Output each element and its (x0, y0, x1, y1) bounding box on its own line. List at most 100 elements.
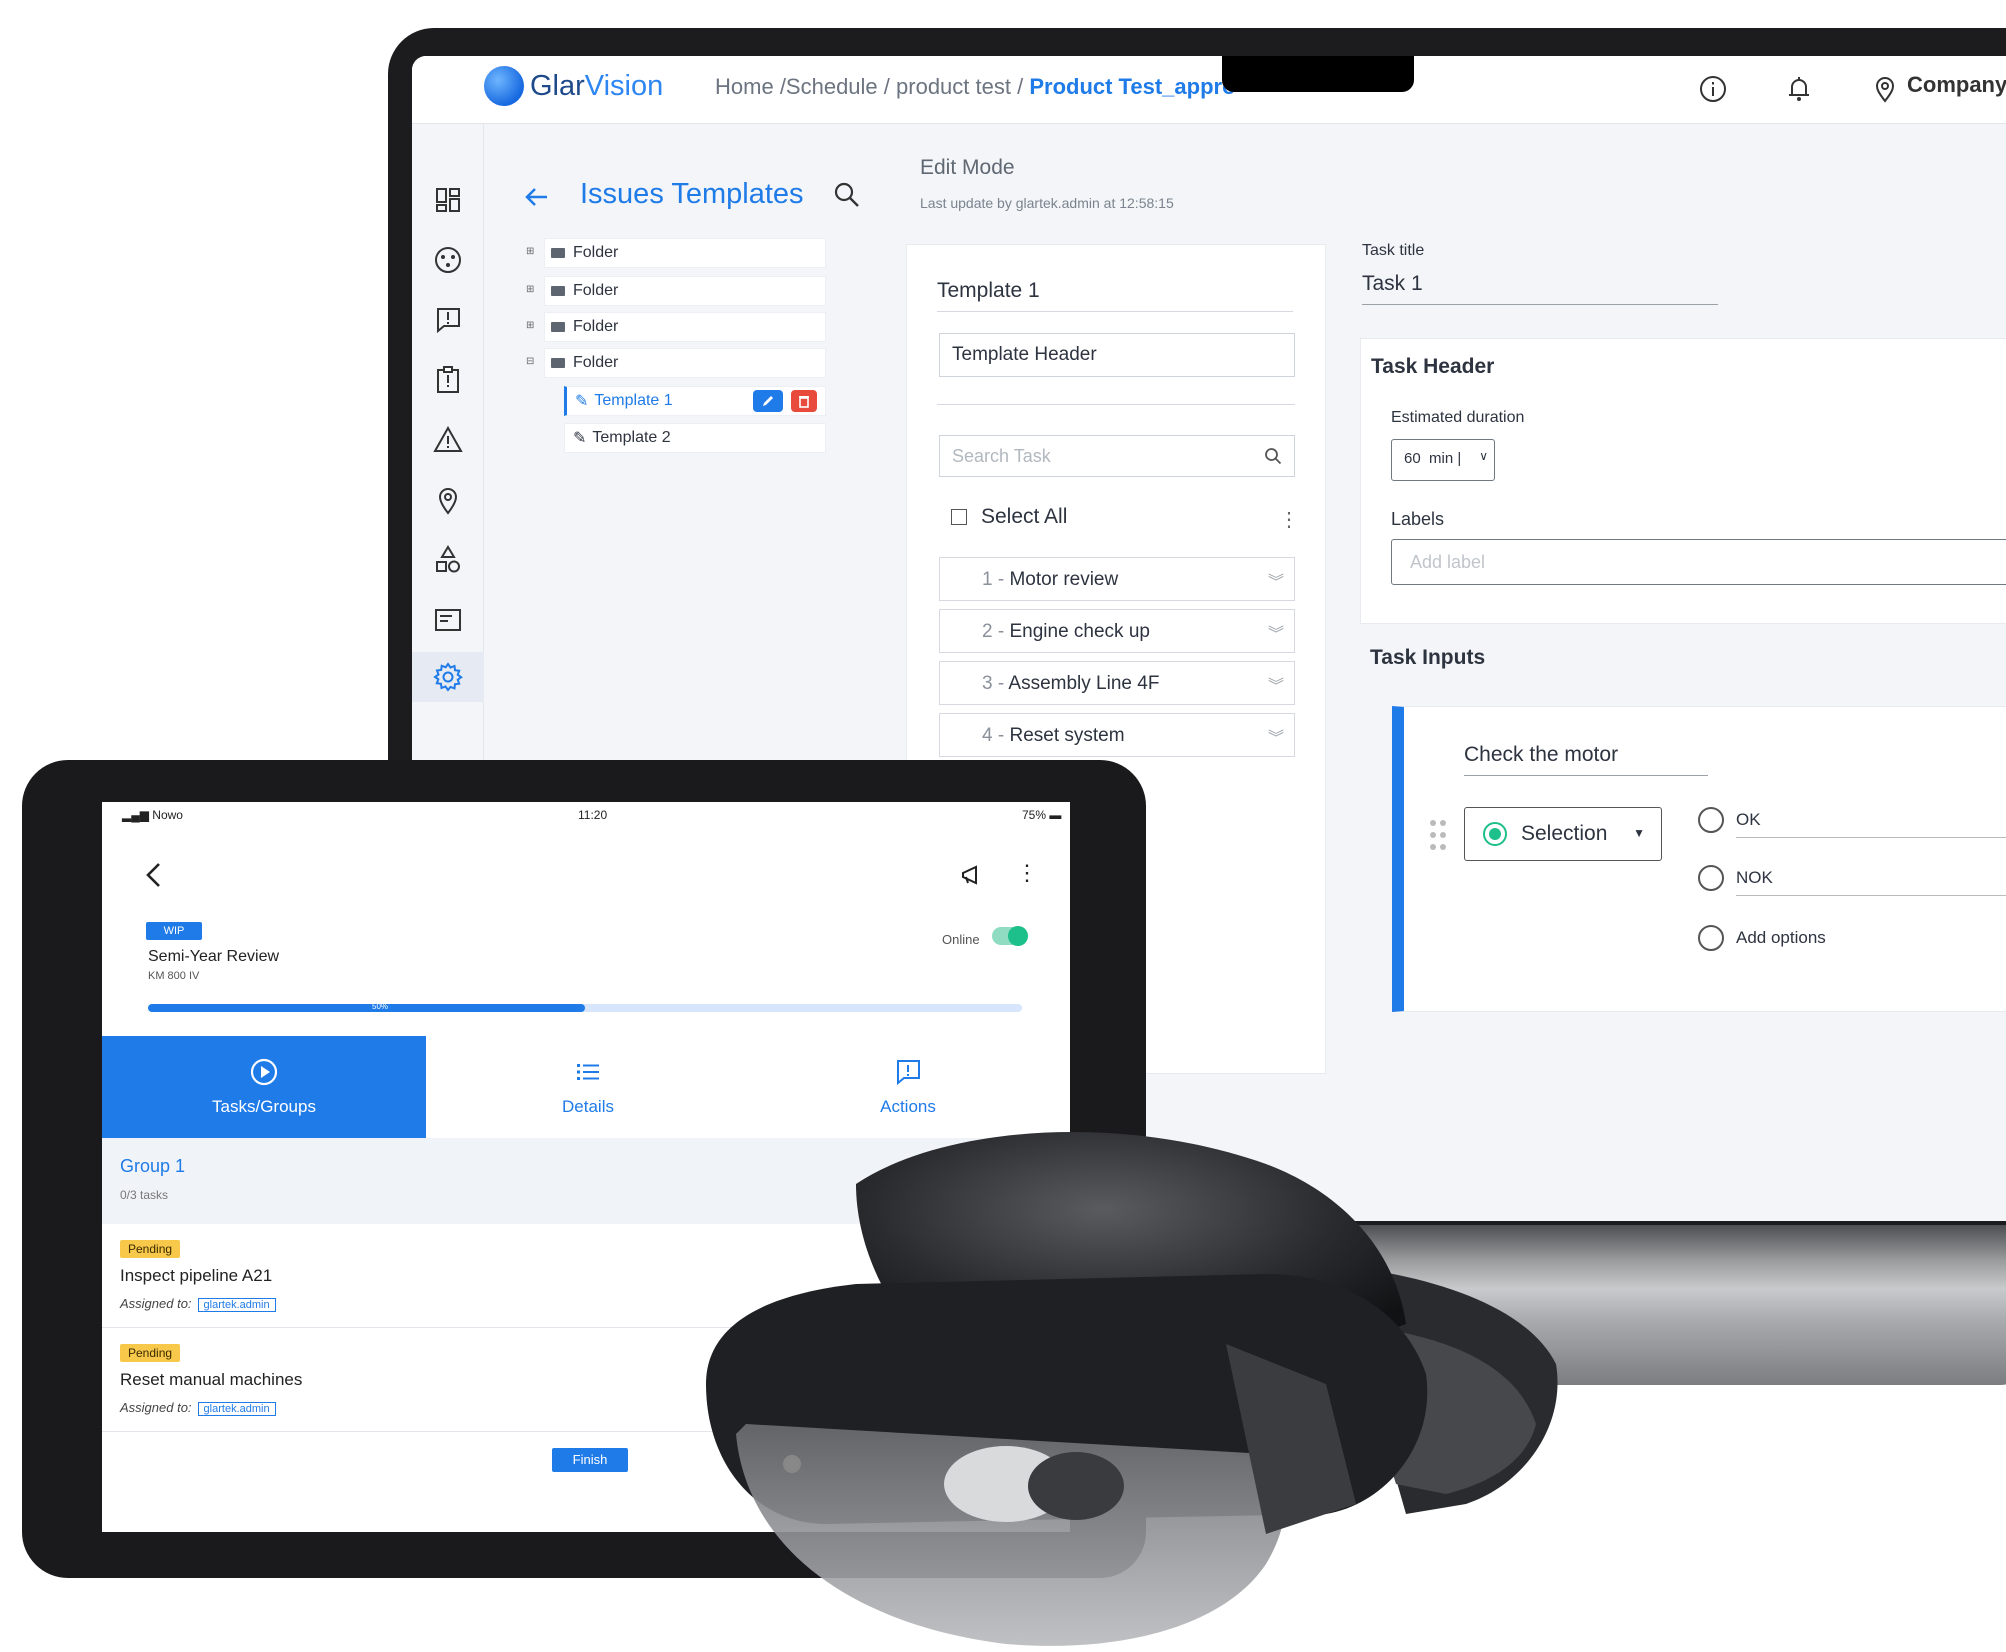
select-all-checkbox[interactable]: Select All (951, 505, 1067, 529)
job-title: Semi-Year Review (148, 948, 280, 965)
expand-icon[interactable]: ⊞ (526, 246, 534, 257)
dashboard-icon[interactable] (430, 182, 466, 218)
play-circle-icon (250, 1058, 278, 1086)
radio-icon[interactable] (1698, 807, 1724, 833)
settings-icon[interactable] (430, 659, 466, 695)
estimated-duration-label: Estimated duration (1391, 409, 1525, 426)
tab-tasks-groups[interactable]: Tasks/Groups (102, 1036, 426, 1138)
shapes-icon[interactable] (430, 542, 466, 578)
task-name: Inspect pipeline A21 (120, 1266, 273, 1285)
issues-icon[interactable] (430, 302, 466, 338)
assigned-to: Assigned to: glartek.admin (120, 1400, 276, 1416)
edit-mode-label: Edit Mode (920, 156, 1015, 179)
info-icon[interactable] (1698, 74, 1728, 104)
labels-label: Labels (1391, 509, 1445, 529)
online-label: Online (942, 932, 980, 947)
location-pin-icon[interactable] (1870, 74, 1900, 104)
input-type-dropdown[interactable]: Selection ▼ (1464, 807, 1662, 861)
progress-bar: 50% (148, 1002, 1022, 1012)
template-name[interactable]: Template 1 (937, 279, 1293, 312)
add-options-button[interactable]: Add options (1698, 925, 1826, 951)
expand-chevron-icon[interactable]: ︾ (1268, 672, 1284, 696)
task-title-input[interactable]: Task 1 (1362, 272, 1718, 305)
input-name-field[interactable]: Check the motor (1464, 743, 1708, 776)
task-inputs-title: Task Inputs (1370, 646, 1486, 669)
estimated-duration-select[interactable]: 60 min | ∨ (1391, 439, 1495, 481)
breadcrumb-home[interactable]: Home (715, 74, 774, 99)
template-header-input[interactable]: Template Header (939, 333, 1295, 377)
assignee-tag: glartek.admin (197, 1402, 276, 1416)
back-arrow-icon[interactable] (522, 182, 552, 212)
task-list-item[interactable]: 3 - Assembly Line 4F ︾ (939, 661, 1295, 705)
location-icon[interactable] (430, 482, 466, 518)
radio-icon[interactable] (1698, 865, 1724, 891)
tree-folder[interactable]: Folder (544, 348, 826, 378)
bell-icon[interactable] (1784, 74, 1814, 104)
announce-icon[interactable] (960, 864, 982, 886)
mixed-reality-headset (706, 1131, 1558, 1646)
breadcrumb-schedule[interactable]: /Schedule (780, 74, 878, 99)
report-icon[interactable] (430, 602, 466, 638)
status-battery: 75% ▬ (1022, 808, 1062, 822)
task-title-label: Task title (1362, 242, 1425, 259)
search-task-input[interactable]: Search Task (939, 435, 1295, 477)
edit-icon[interactable] (753, 390, 783, 412)
collapse-icon[interactable]: ⊟ (526, 356, 534, 367)
delete-icon[interactable] (791, 390, 817, 412)
tree-folder[interactable]: Folder (544, 312, 826, 342)
finish-button[interactable]: Finish (552, 1448, 628, 1472)
task-input-card: Check the motor Selection ▼ OK NOK Add op… (1392, 706, 2006, 1012)
logo[interactable]: GlarVision (530, 70, 663, 103)
tree-folder[interactable]: Folder (544, 276, 826, 306)
radio-icon (1698, 925, 1724, 951)
status-badge: WIP (146, 922, 202, 940)
breadcrumb: Home /Schedule / product test / Product … (715, 74, 1236, 100)
group-title: Group 1 (120, 1156, 186, 1176)
progress-label: 50% (372, 1002, 389, 1011)
clipboard-alert-icon[interactable] (430, 362, 466, 398)
folder-icon (551, 286, 565, 296)
list-icon (577, 1064, 599, 1080)
expand-icon[interactable]: ⊞ (526, 320, 534, 331)
more-options-icon[interactable]: ⋮ (1279, 507, 1299, 532)
assignee-tag: glartek.admin (197, 1298, 276, 1312)
warning-icon[interactable] (430, 422, 466, 458)
folder-icon (551, 358, 565, 368)
add-label-input[interactable]: Add label (1391, 539, 2006, 585)
assigned-to: Assigned to: glartek.admin (120, 1296, 276, 1312)
status-badge: Pending (120, 1240, 181, 1258)
company-selector[interactable]: Company (1907, 72, 2006, 98)
status-carrier: ▂▄▆ Nowo (122, 808, 183, 822)
tab-details[interactable]: Details (426, 1036, 750, 1138)
status-time: 11:20 (578, 808, 608, 822)
task-header-card: Task Header Estimated duration 60 min | ∨… (1360, 338, 2006, 624)
option-nok[interactable]: NOK (1698, 865, 2006, 896)
more-menu-icon[interactable]: ⋮ (1016, 860, 1038, 886)
radio-selected-icon (1483, 822, 1507, 846)
pencil-icon: ✎ (573, 430, 587, 447)
task-list-item[interactable]: 4 - Reset system ︾ (939, 713, 1295, 757)
online-toggle[interactable] (992, 926, 1028, 946)
option-ok[interactable]: OK (1698, 807, 2006, 838)
caret-down-icon: ▼ (1633, 826, 1645, 840)
tree-template[interactable]: ✎ Template 2 (564, 423, 826, 453)
tree-template-active[interactable]: ✎ Template 1 (564, 386, 826, 416)
back-icon[interactable] (142, 860, 166, 890)
feedback-icon (897, 1060, 920, 1086)
task-list-item[interactable]: 1 - Motor review ︾ (939, 557, 1295, 601)
expand-chevron-icon[interactable]: ︾ (1268, 620, 1284, 644)
breadcrumb-product-test[interactable]: / product test / (884, 74, 1023, 99)
search-icon[interactable] (832, 180, 862, 210)
expand-chevron-icon[interactable]: ︾ (1268, 724, 1284, 748)
expand-chevron-icon[interactable]: ︾ (1268, 568, 1284, 592)
tree-folder[interactable]: Folder (544, 238, 826, 268)
network-icon[interactable] (430, 242, 466, 278)
pencil-icon: ✎ (575, 393, 589, 410)
top-bar: GlarVision Home /Schedule / product test… (412, 56, 2006, 124)
drag-handle-icon[interactable] (1428, 817, 1448, 853)
group-task-count: 0/3 tasks (120, 1188, 169, 1202)
tab-actions[interactable]: Actions (746, 1036, 1070, 1138)
task-list-item[interactable]: 2 - Engine check up ︾ (939, 609, 1295, 653)
expand-icon[interactable]: ⊞ (526, 284, 534, 295)
checkbox[interactable] (951, 509, 967, 525)
